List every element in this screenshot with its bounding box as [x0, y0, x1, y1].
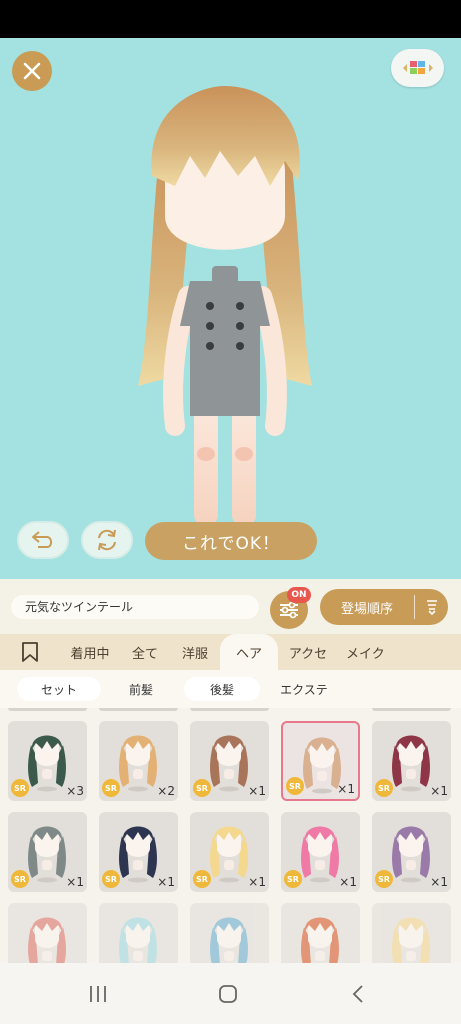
tab-wearing[interactable]: 着用中	[60, 634, 120, 670]
back-button[interactable]	[343, 981, 373, 1007]
undo-icon	[32, 531, 53, 548]
hair-item-card[interactable]	[372, 903, 451, 963]
system-nav-bar	[0, 963, 461, 1024]
hair-item-card[interactable]: SR ×1	[190, 812, 269, 892]
hairstyle-preview-icon	[301, 917, 339, 963]
owned-count: ×1	[248, 784, 266, 798]
confirm-ok-button[interactable]: これでOK！	[145, 522, 317, 560]
rarity-badge: SR	[284, 870, 302, 888]
hair-subtabs: セット 前髪 後髪 エクステ	[0, 670, 461, 708]
hair-item-card[interactable]: SR ×1	[190, 721, 269, 801]
hairstyle-preview-icon	[392, 917, 430, 963]
hair-item-card[interactable]	[281, 903, 360, 963]
sliders-icon	[280, 601, 298, 619]
hair-item-card[interactable]	[99, 903, 178, 963]
card-peek	[99, 708, 178, 711]
refresh-icon	[98, 529, 116, 551]
rarity-badge: SR	[11, 779, 29, 797]
hair-item-card[interactable]: SR ×3	[8, 721, 87, 801]
hair-item-card[interactable]: SR ×1	[99, 812, 178, 892]
rarity-badge: SR	[193, 870, 211, 888]
back-icon	[352, 985, 363, 1003]
hair-item-card[interactable]	[8, 903, 87, 963]
tab-accessories[interactable]: アクセ	[278, 634, 338, 670]
undo-button[interactable]	[17, 521, 69, 559]
card-peek	[8, 708, 87, 711]
rarity-badge: SR	[11, 870, 29, 888]
sort-order-icon[interactable]	[415, 598, 448, 616]
close-icon	[23, 62, 41, 80]
hairstyle-preview-icon	[210, 917, 248, 963]
rarity-badge: SR	[375, 779, 393, 797]
rarity-badge: SR	[102, 870, 120, 888]
card-peek	[190, 708, 269, 711]
sort-label: 登場順序	[340, 601, 393, 617]
rarity-badge: SR	[286, 777, 304, 795]
home-icon	[219, 985, 237, 1003]
reset-button[interactable]	[81, 521, 133, 559]
search-input[interactable]: 元気なツインテール	[11, 595, 259, 619]
sort-button[interactable]: 登場順序	[320, 589, 448, 625]
tab-hair[interactable]: ヘア	[220, 634, 278, 670]
tab-bookmark[interactable]	[0, 634, 60, 670]
subtab-front-hair[interactable]: 前髪	[108, 677, 174, 701]
owned-count: ×1	[66, 875, 84, 889]
status-bar	[0, 0, 461, 38]
hair-item-card[interactable]: SR ×1	[372, 812, 451, 892]
search-row: 元気なツインテール ON 登場順序	[0, 579, 461, 634]
bookmark-icon	[22, 642, 38, 662]
hair-item-card[interactable]: SR ×1	[281, 812, 360, 892]
hairstyle-preview-icon	[28, 917, 66, 963]
hairstyle-preview-icon	[119, 917, 157, 963]
hair-item-card[interactable]: SR ×1	[372, 721, 451, 801]
item-grid: SR ×3 SR ×2 SR ×1 SR ×1 SR ×1 SR ×1 SR ×1 SR ×1 SR ×1 SR ×1	[0, 708, 461, 963]
subtab-back-hair[interactable]: 後髪	[184, 677, 260, 701]
color-grid-icon	[402, 61, 433, 74]
owned-count: ×1	[430, 784, 448, 798]
recent-apps-button[interactable]	[83, 981, 113, 1007]
avatar-figure	[138, 86, 312, 550]
hair-item-card[interactable]: SR ×1	[8, 812, 87, 892]
card-peek	[372, 708, 451, 711]
tab-clothes[interactable]: 洋服	[170, 634, 220, 670]
home-button[interactable]	[213, 981, 243, 1007]
recent-apps-icon	[90, 986, 106, 1002]
tab-all[interactable]: 全て	[120, 634, 170, 670]
owned-count: ×3	[66, 784, 84, 798]
owned-count: ×1	[430, 875, 448, 889]
rarity-badge: SR	[102, 779, 120, 797]
category-tabs: 着用中 全て 洋服 ヘア アクセ メイク	[0, 634, 461, 670]
wardrobe-panel: 元気なツインテール ON 登場順序 着用中 全て 洋服 ヘア アクセ メイク セ…	[0, 579, 461, 963]
subtab-extensions[interactable]: エクステ	[266, 677, 342, 701]
rarity-badge: SR	[193, 779, 211, 797]
avatar-stage: これでOK！	[0, 38, 461, 579]
hair-item-card[interactable]: SR ×1	[281, 721, 360, 801]
owned-count: ×1	[337, 782, 355, 796]
owned-count: ×1	[248, 875, 266, 889]
owned-count: ×1	[339, 875, 357, 889]
rarity-badge: SR	[375, 870, 393, 888]
tab-makeup[interactable]: メイク	[338, 634, 398, 670]
subtab-set[interactable]: セット	[17, 677, 101, 701]
filter-on-badge: ON	[287, 587, 311, 603]
close-button[interactable]	[12, 51, 52, 91]
hair-item-card[interactable]	[190, 903, 269, 963]
owned-count: ×2	[157, 784, 175, 798]
view-toggle-button[interactable]	[391, 49, 444, 87]
hair-item-card[interactable]: SR ×2	[99, 721, 178, 801]
owned-count: ×1	[157, 875, 175, 889]
